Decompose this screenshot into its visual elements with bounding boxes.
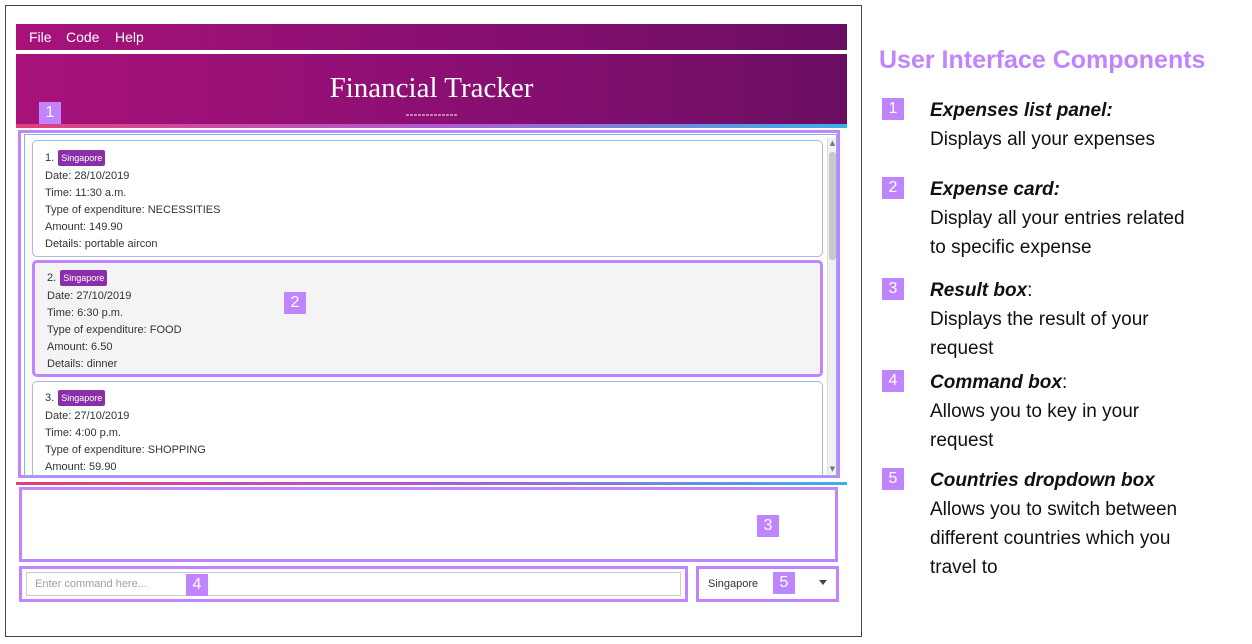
country-selected: Singapore — [708, 578, 759, 590]
legend-desc: to specific expense — [930, 237, 1092, 258]
expense-amount: Amount: 149.90 — [45, 221, 123, 233]
header-divider — [16, 124, 847, 128]
country-tag: Singapore — [60, 270, 108, 286]
country-tag: Singapore — [58, 390, 106, 406]
expense-time: Time: 6:30 p.m. — [47, 307, 124, 319]
legend-number: 5 — [882, 468, 904, 490]
expense-header: 2. Singapore — [47, 270, 108, 286]
expense-amount: Amount: 6.50 — [47, 341, 113, 353]
expense-index: 2. — [47, 271, 57, 284]
country-tag: Singapore — [58, 150, 106, 166]
expenses-list-panel[interactable]: 1. Singapore Date: 28/10/2019 Time: 11:30… — [24, 134, 837, 476]
expense-card[interactable]: 1. Singapore Date: 28/10/2019 Time: 11:30… — [32, 140, 823, 257]
expense-index: 3. — [45, 391, 55, 404]
country-dropdown[interactable]: Singapore — [702, 572, 833, 596]
legend-number: 1 — [882, 98, 904, 120]
legend-name: Result box — [930, 280, 1028, 301]
legend-number: 4 — [882, 370, 904, 392]
expense-header: 1. Singapore — [45, 150, 106, 166]
legend-desc: Displays the result of your — [930, 309, 1149, 330]
callout-badge-1: 1 — [39, 102, 61, 124]
legend-number: 2 — [882, 177, 904, 199]
expense-date: Date: 27/10/2019 — [45, 410, 130, 422]
legend-title: User Interface Components — [879, 46, 1206, 74]
expense-date: Date: 28/10/2019 — [45, 170, 130, 182]
app-header: Financial Tracker ------------- — [16, 54, 847, 124]
country-dropdown-highlight: Singapore — [696, 566, 839, 602]
expenses-scrollbar[interactable]: ▲ ▼ — [827, 138, 836, 474]
expense-time: Time: 11:30 a.m. — [45, 187, 127, 199]
legend-name: Command box — [930, 372, 1062, 393]
legend-desc: Displays all your expenses — [930, 129, 1155, 150]
expense-card[interactable]: 3. Singapore Date: 27/10/2019 Time: 4:00 … — [32, 381, 823, 475]
expense-amount: Amount: 59.90 — [45, 461, 117, 473]
callout-badge-5: 5 — [773, 572, 795, 594]
legend-desc: travel to — [930, 557, 998, 578]
legend-name: Expense card: — [930, 179, 1060, 200]
legend-suffix: : — [1061, 372, 1068, 393]
menu-help[interactable]: Help — [115, 29, 144, 45]
callout-badge-2: 2 — [284, 292, 306, 314]
expense-header: 3. Singapore — [45, 390, 106, 406]
expense-card-selected[interactable]: 2. Singapore Date: 27/10/2019 Time: 6:30 … — [32, 260, 823, 377]
menu-code[interactable]: Code — [66, 29, 99, 45]
scroll-up-icon[interactable]: ▲ — [828, 138, 836, 148]
legend-number: 3 — [882, 278, 904, 300]
legend-suffix: : — [1027, 280, 1033, 301]
legend-desc: Allows you to switch between — [930, 499, 1178, 520]
legend-desc: request — [930, 430, 994, 451]
expense-details: Details: portable aircon — [45, 238, 158, 250]
chevron-down-icon[interactable] — [819, 580, 827, 585]
command-input[interactable] — [26, 572, 681, 596]
legend-desc: different countries which you — [930, 528, 1171, 549]
panel-divider — [16, 482, 847, 485]
app-title: Financial Tracker — [329, 72, 534, 104]
menu-bar: File Code Help — [16, 24, 847, 50]
scroll-thumb[interactable] — [829, 152, 836, 260]
expense-date: Date: 27/10/2019 — [47, 290, 132, 302]
callout-badge-4: 4 — [186, 574, 208, 596]
callout-badge-3: 3 — [757, 515, 779, 537]
expense-details: Details: dinner — [47, 358, 118, 370]
legend-desc: request — [930, 338, 994, 359]
expense-type: Type of expenditure: FOOD — [47, 324, 182, 336]
legend-desc: Display all your entries related — [930, 208, 1185, 229]
legend-desc: Allows you to key in your — [930, 401, 1140, 422]
result-box — [19, 487, 838, 562]
expense-index: 1. — [45, 151, 55, 164]
expense-time: Time: 4:00 p.m. — [45, 427, 122, 439]
legend-name: Expenses list panel: — [930, 100, 1113, 121]
scroll-down-icon[interactable]: ▼ — [828, 464, 836, 474]
expense-type: Type of expenditure: NECESSITIES — [45, 204, 221, 216]
expense-type: Type of expenditure: SHOPPING — [45, 444, 206, 456]
title-underline: ------------- — [405, 107, 458, 121]
menu-file[interactable]: File — [29, 29, 52, 45]
legend-name: Countries dropdown box — [930, 470, 1155, 491]
command-box-highlight — [19, 566, 688, 602]
